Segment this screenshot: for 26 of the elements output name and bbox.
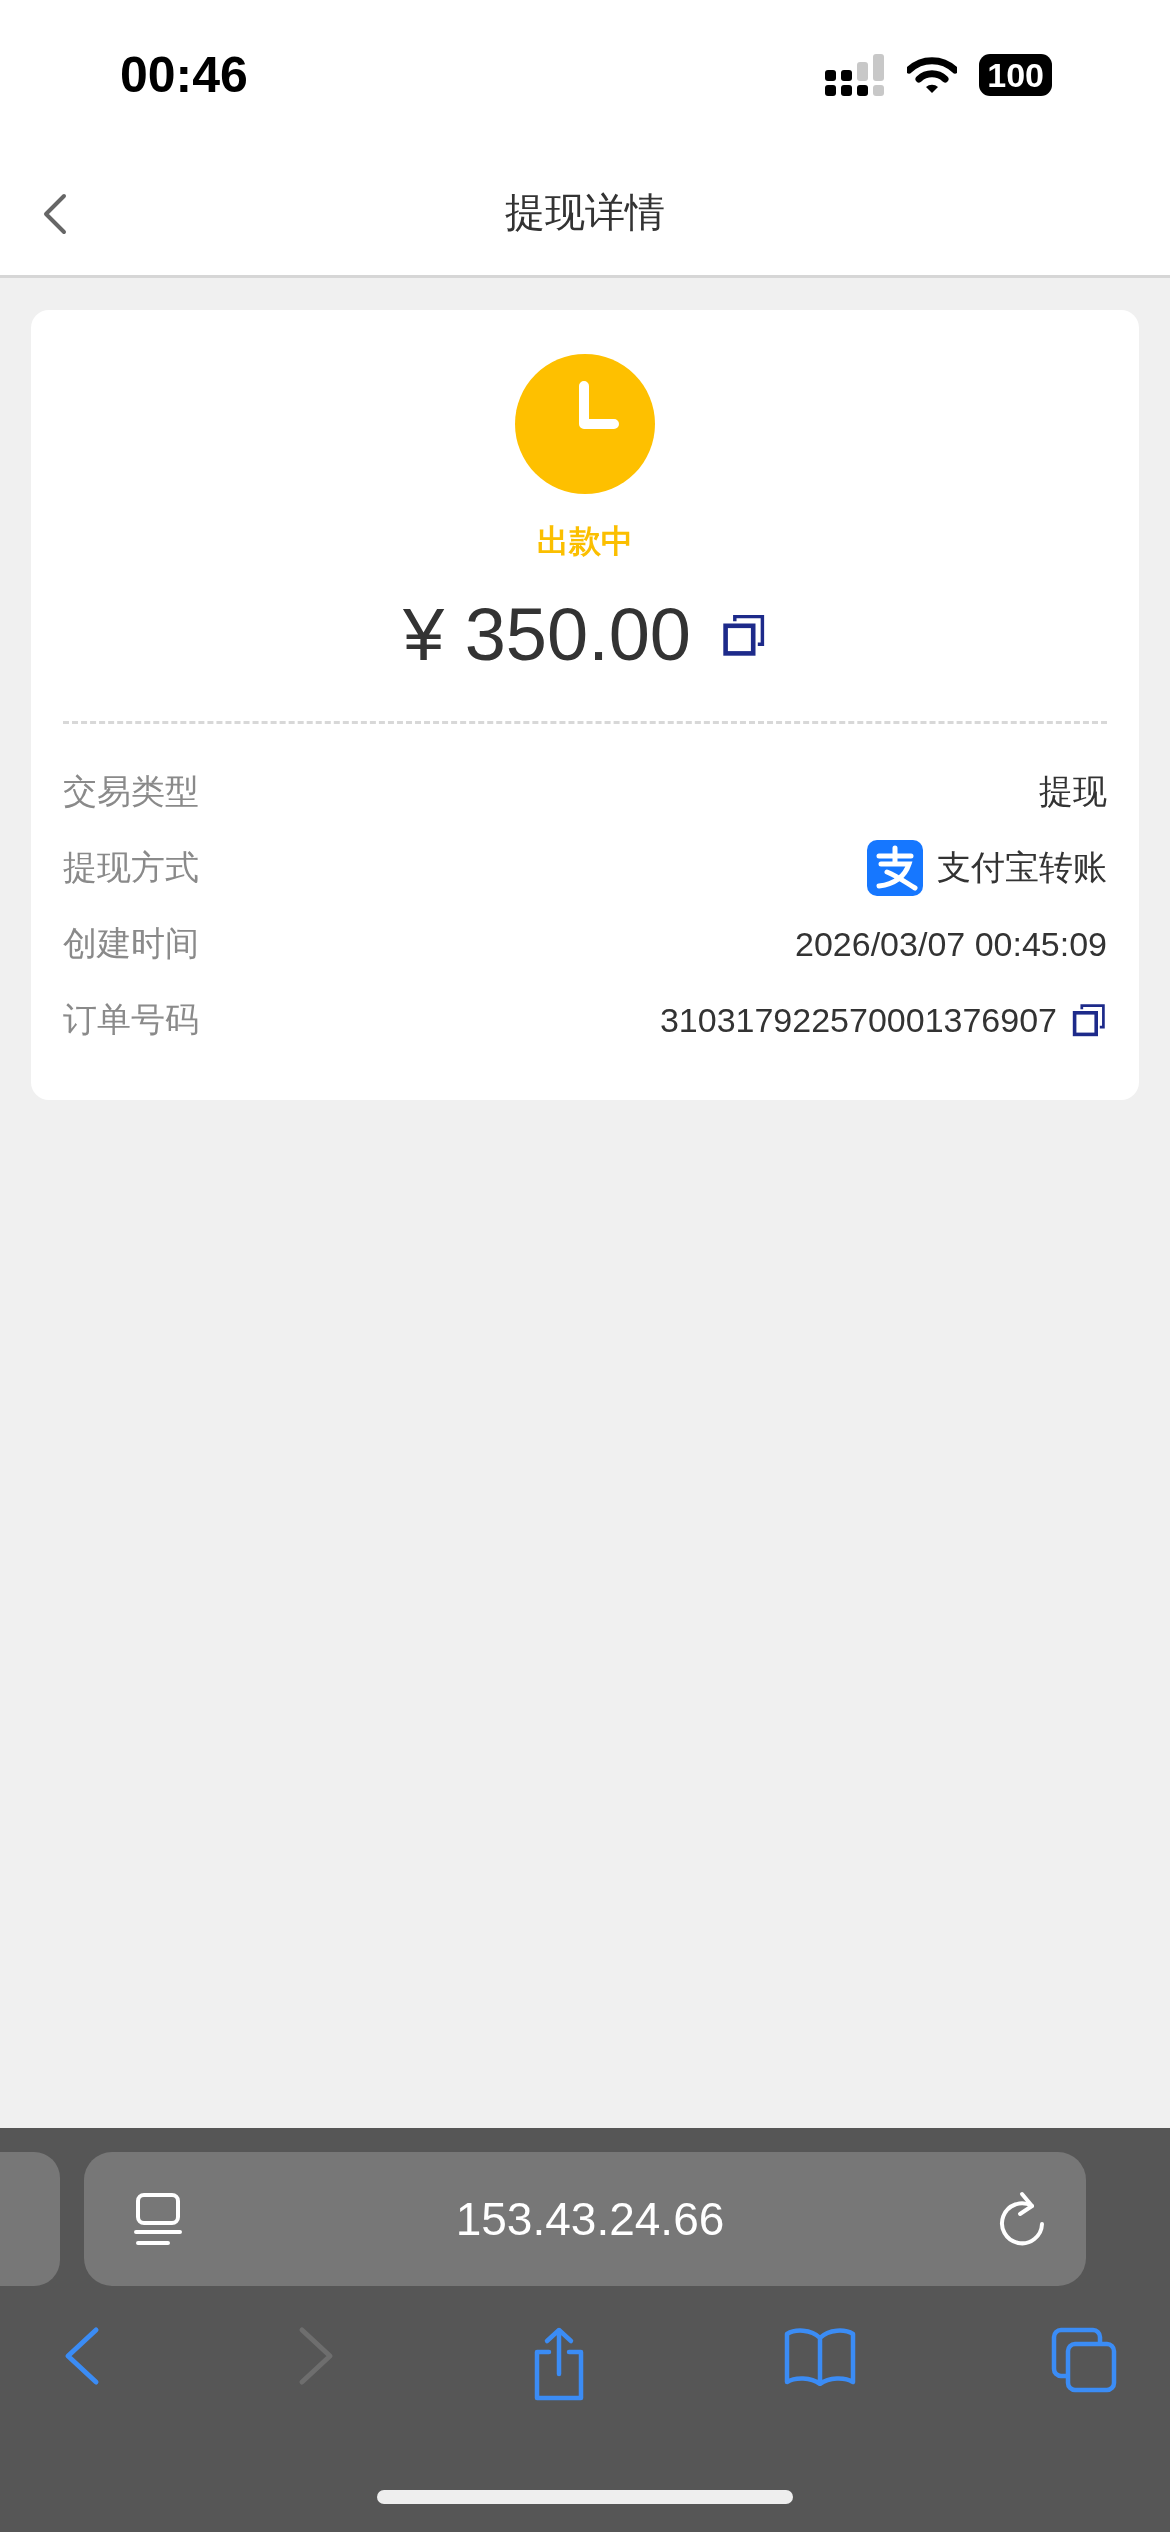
previous-tab[interactable]	[0, 2152, 60, 2286]
battery-level: 100	[979, 54, 1052, 96]
url-text: 153.43.24.66	[455, 2192, 725, 2246]
detail-label: 交易类型	[63, 770, 199, 813]
detail-label: 订单号码	[63, 998, 199, 1041]
status-time: 00:46	[120, 46, 248, 104]
clock-icon	[515, 354, 655, 494]
signal-icon	[825, 54, 886, 96]
amount: ¥ 350.00	[402, 592, 692, 677]
copy-icon	[1071, 1002, 1107, 1038]
copy-button[interactable]	[1071, 1002, 1107, 1038]
page-title: 提现详情	[505, 188, 665, 237]
book-icon	[782, 2326, 857, 2386]
detail-label: 提现方式	[63, 846, 199, 889]
detail-value: 支付宝转账	[937, 847, 1107, 888]
detail-value: 2026/03/07 00:45:09	[795, 924, 1107, 964]
status-label: 出款中	[537, 521, 633, 562]
wifi-icon	[907, 56, 958, 94]
page-menu-icon	[134, 2192, 182, 2246]
tabs-icon	[1050, 2326, 1118, 2394]
detail-label: 创建时间	[63, 922, 199, 965]
detail-value: 310317922570001376907	[659, 1000, 1057, 1040]
address-bar[interactable]: 153.43.24.66	[84, 2152, 1086, 2286]
detail-value: 提现	[1039, 771, 1107, 812]
back-icon	[42, 192, 68, 236]
payment-logo-icon	[867, 840, 923, 896]
